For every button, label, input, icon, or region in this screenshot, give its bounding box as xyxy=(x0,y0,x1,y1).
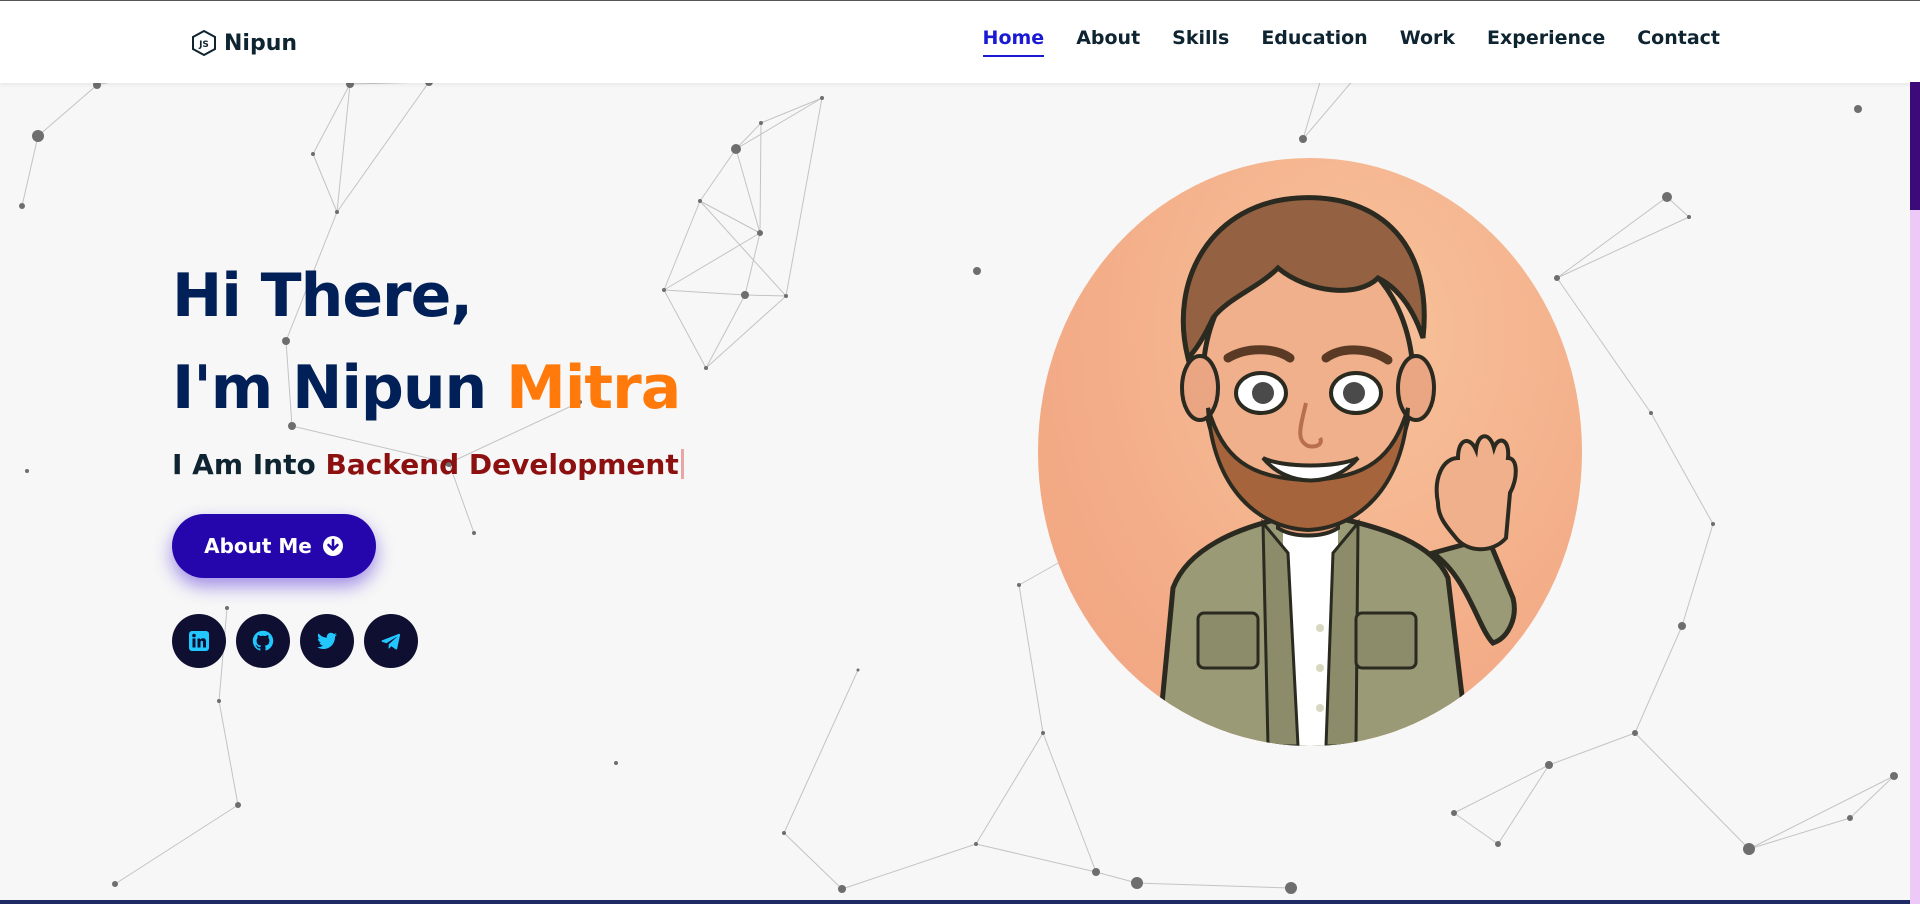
typed-prefix: I Am Into xyxy=(172,448,326,481)
twitter-icon xyxy=(317,632,337,649)
site-header: JS Nipun Home About Skills Education Wor… xyxy=(0,0,1920,83)
telegram-icon xyxy=(381,633,401,650)
nav-item-experience[interactable]: Experience xyxy=(1487,27,1605,55)
about-me-label: About Me xyxy=(204,534,312,558)
linkedin-icon xyxy=(189,631,209,651)
brand-logo[interactable]: JS Nipun xyxy=(190,27,297,59)
linkedin-link[interactable] xyxy=(172,614,226,668)
nav-item-about[interactable]: About xyxy=(1076,27,1140,55)
hero-name: I'm Nipun Mitra xyxy=(172,342,684,434)
nodejs-hex-icon: JS xyxy=(192,29,216,57)
social-links xyxy=(172,614,418,668)
nav-item-skills[interactable]: Skills xyxy=(1172,27,1229,55)
nav-item-contact[interactable]: Contact xyxy=(1637,27,1720,55)
github-icon xyxy=(252,630,274,651)
avatar-image xyxy=(1038,158,1582,746)
twitter-link[interactable] xyxy=(300,614,354,668)
main-nav: Home About Skills Education Work Experie… xyxy=(982,27,1720,63)
nav-item-home[interactable]: Home xyxy=(982,27,1045,57)
telegram-link[interactable] xyxy=(364,614,418,668)
typed-value: Backend Development xyxy=(325,448,679,481)
typed-role: I Am Into Backend Development xyxy=(172,448,684,481)
brand-name: Nipun xyxy=(224,30,298,56)
nav-item-education[interactable]: Education xyxy=(1261,27,1367,55)
github-link[interactable] xyxy=(236,614,290,668)
particle-network-background xyxy=(19,82,1898,894)
page-scrollbar-thumb[interactable] xyxy=(1910,82,1920,210)
hero-greeting: Hi There, xyxy=(172,261,473,331)
next-section-edge xyxy=(0,900,1910,904)
typing-cursor xyxy=(680,449,684,479)
cartoon-avatar-waving xyxy=(1155,195,1518,746)
arrow-down-circle-icon xyxy=(322,536,343,556)
about-me-button[interactable]: About Me xyxy=(172,514,376,578)
nav-item-work[interactable]: Work xyxy=(1400,27,1455,55)
hero-name-prefix: I'm Nipun xyxy=(172,353,507,423)
hero-name-accent: Mitra xyxy=(506,353,681,423)
svg-text:JS: JS xyxy=(198,40,209,50)
hero-section: Hi There, I'm Nipun Mitra I Am Into Back… xyxy=(172,250,684,668)
